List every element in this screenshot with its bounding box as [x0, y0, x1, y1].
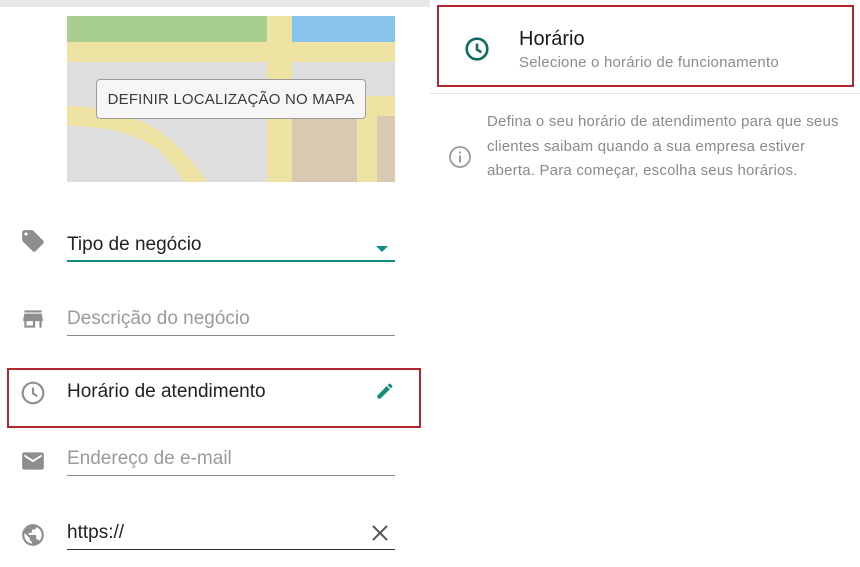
business-type-select[interactable]: Tipo de negócio	[67, 230, 395, 262]
clock-icon	[464, 36, 490, 67]
tag-icon	[20, 228, 46, 254]
set-location-button[interactable]: DEFINIR LOCALIZAÇÃO NO MAPA	[96, 79, 366, 119]
website-input[interactable]: https://	[67, 518, 395, 550]
clear-x-icon[interactable]	[371, 524, 389, 547]
divider	[430, 93, 860, 94]
hours-screen: Horário Selecione o horário de funcionam…	[430, 0, 860, 567]
website-row[interactable]: https://	[0, 514, 430, 564]
store-icon	[20, 306, 46, 332]
business-type-row[interactable]: Tipo de negócio	[0, 224, 430, 274]
description-input[interactable]: Descrição do negócio	[67, 304, 395, 336]
email-input[interactable]: Endereço de e-mail	[67, 444, 395, 476]
website-value: https://	[67, 522, 125, 543]
top-divider	[0, 0, 430, 7]
description-row[interactable]: Descrição do negócio	[0, 300, 430, 350]
description-underline	[67, 335, 395, 336]
business-type-underline	[67, 260, 395, 262]
business-type-value: Tipo de negócio	[67, 234, 202, 255]
hours-option[interactable]: Horário Selecione o horário de funcionam…	[437, 5, 854, 87]
map-preview[interactable]: DEFINIR LOCALIZAÇÃO NO MAPA	[67, 16, 395, 182]
email-underline	[67, 475, 395, 476]
hours-title: Horário	[519, 28, 585, 50]
hours-info-text: Defina o seu horário de atendimento para…	[487, 113, 839, 179]
description-placeholder: Descrição do negócio	[67, 308, 250, 329]
hours-highlight-frame	[7, 368, 421, 428]
hours-subtitle: Selecione o horário de funcionamento	[519, 54, 779, 71]
dropdown-arrow-icon[interactable]	[375, 240, 389, 258]
email-placeholder: Endereço de e-mail	[67, 448, 232, 469]
business-profile-form: DEFINIR LOCALIZAÇÃO NO MAPA Tipo de negó…	[0, 0, 430, 567]
globe-icon	[20, 522, 46, 548]
info-icon	[448, 145, 472, 174]
mail-icon	[20, 448, 46, 474]
website-underline	[67, 549, 395, 550]
email-row[interactable]: Endereço de e-mail	[0, 442, 430, 492]
